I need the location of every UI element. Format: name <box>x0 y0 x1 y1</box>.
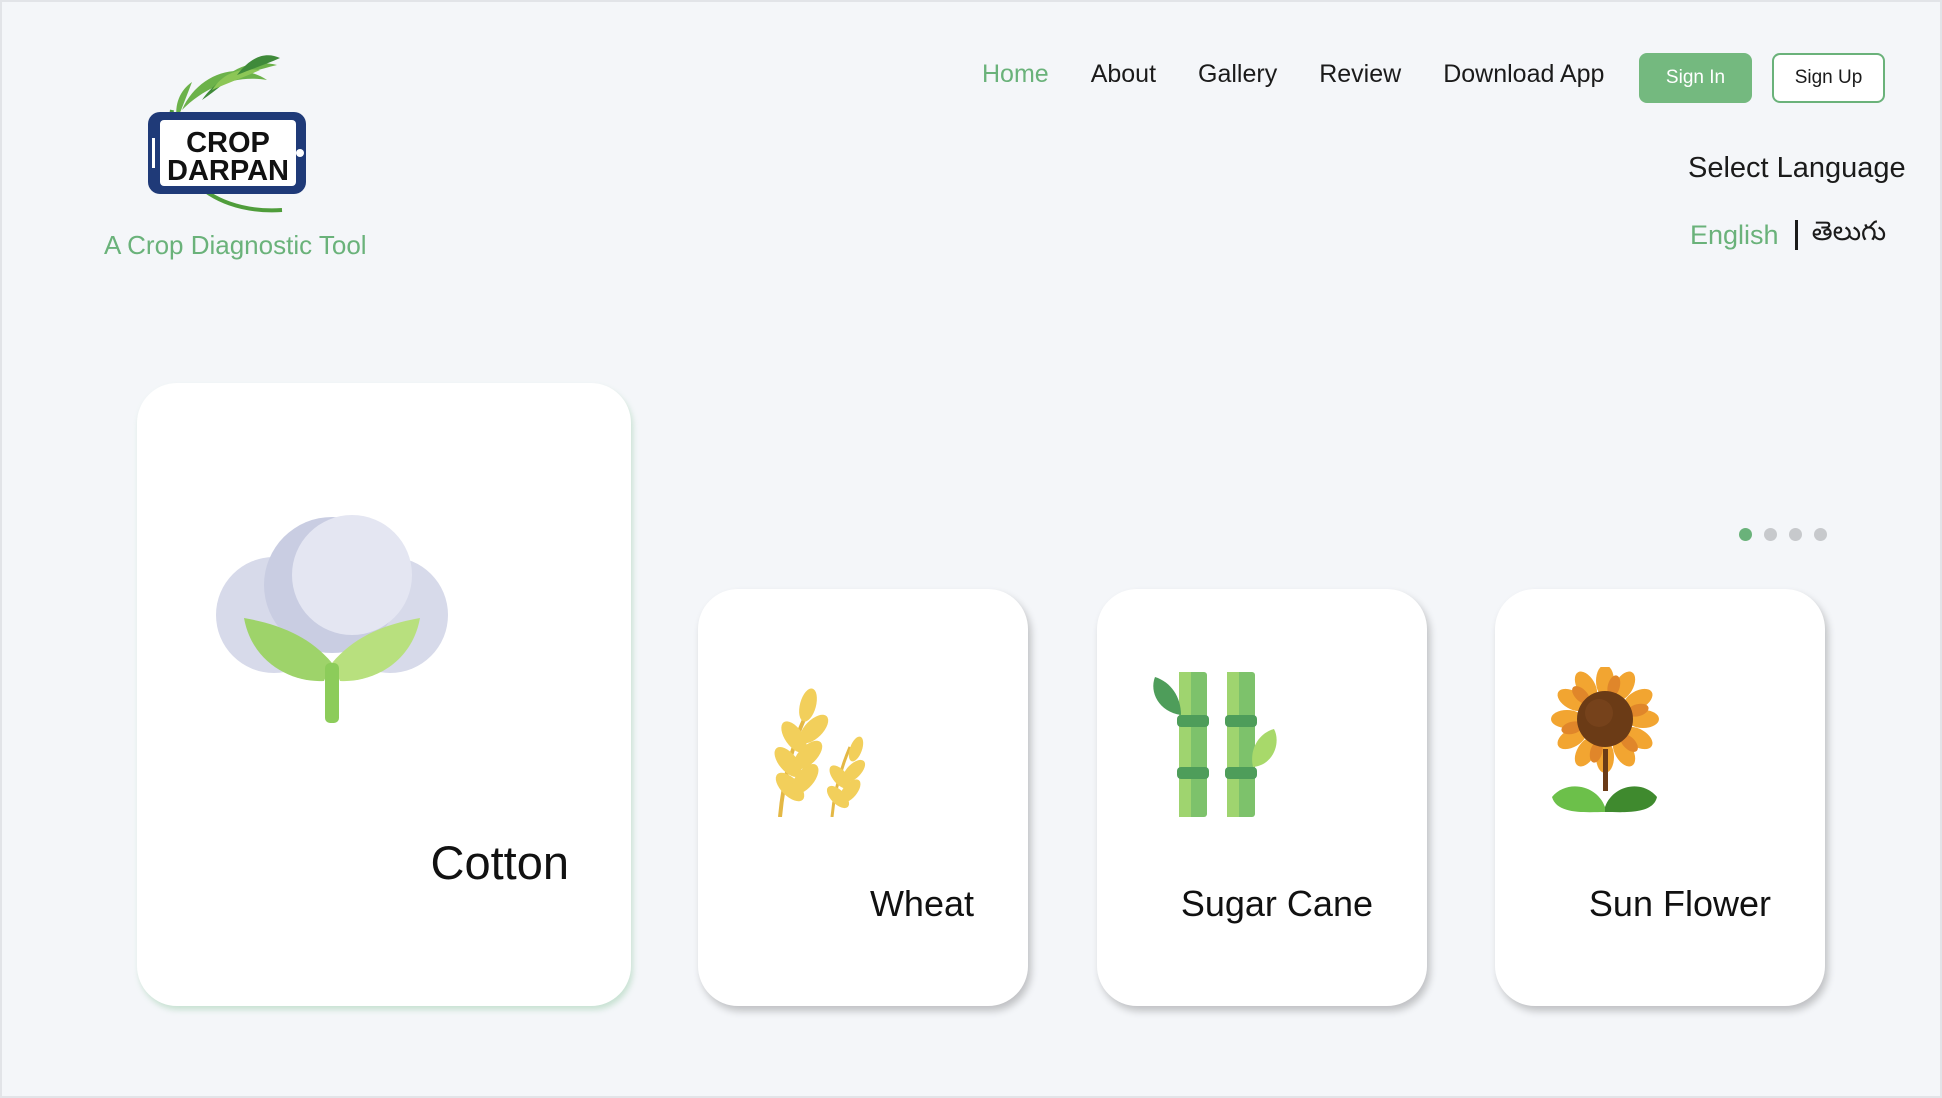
crop-card-sugar-cane[interactable]: Sugar Cane <box>1097 589 1427 1006</box>
select-language-label: Select Language <box>1688 152 1906 184</box>
logo-text-darpan: DARPAN <box>167 155 289 187</box>
cotton-icon <box>212 513 452 743</box>
language-telugu[interactable]: తెలుగు <box>1812 216 1887 254</box>
carousel-dot-2[interactable] <box>1764 528 1777 541</box>
crop-label-sugar-cane: Sugar Cane <box>1180 883 1373 924</box>
carousel-dot-1[interactable] <box>1739 528 1752 541</box>
crop-card-cotton[interactable]: Cotton <box>137 383 631 1006</box>
crop-card-sun-flower[interactable]: Sun Flower <box>1495 589 1825 1006</box>
crop-card-wheat[interactable]: Wheat <box>698 589 1028 1006</box>
main-nav: Home About Gallery Review Download App <box>982 60 1646 89</box>
nav-about[interactable]: About <box>1091 60 1156 89</box>
tagline: A Crop Diagnostic Tool <box>104 230 367 260</box>
sign-up-button[interactable]: Sign Up <box>1772 53 1885 103</box>
crop-darpan-logo[interactable]: CROP DARPAN <box>142 50 317 225</box>
crop-label-cotton: Cotton <box>430 836 569 889</box>
carousel-dot-3[interactable] <box>1789 528 1802 541</box>
crop-label-wheat: Wheat <box>869 883 974 924</box>
language-switcher: English తెలుగు <box>1690 216 1886 254</box>
sugarcane-icon <box>1149 667 1279 817</box>
language-divider <box>1794 220 1798 250</box>
nav-home[interactable]: Home <box>982 60 1049 89</box>
carousel-indicators <box>1739 528 1839 541</box>
crop-label-sun-flower: Sun Flower <box>1588 883 1771 924</box>
language-english[interactable]: English <box>1690 220 1779 251</box>
nav-review[interactable]: Review <box>1319 60 1401 89</box>
nav-download-app[interactable]: Download App <box>1443 60 1604 89</box>
wheat-icon <box>750 667 880 818</box>
carousel-dot-4[interactable] <box>1814 528 1827 541</box>
sign-in-button[interactable]: Sign In <box>1639 53 1752 103</box>
nav-gallery[interactable]: Gallery <box>1198 60 1277 89</box>
sunflower-icon <box>1547 665 1677 817</box>
